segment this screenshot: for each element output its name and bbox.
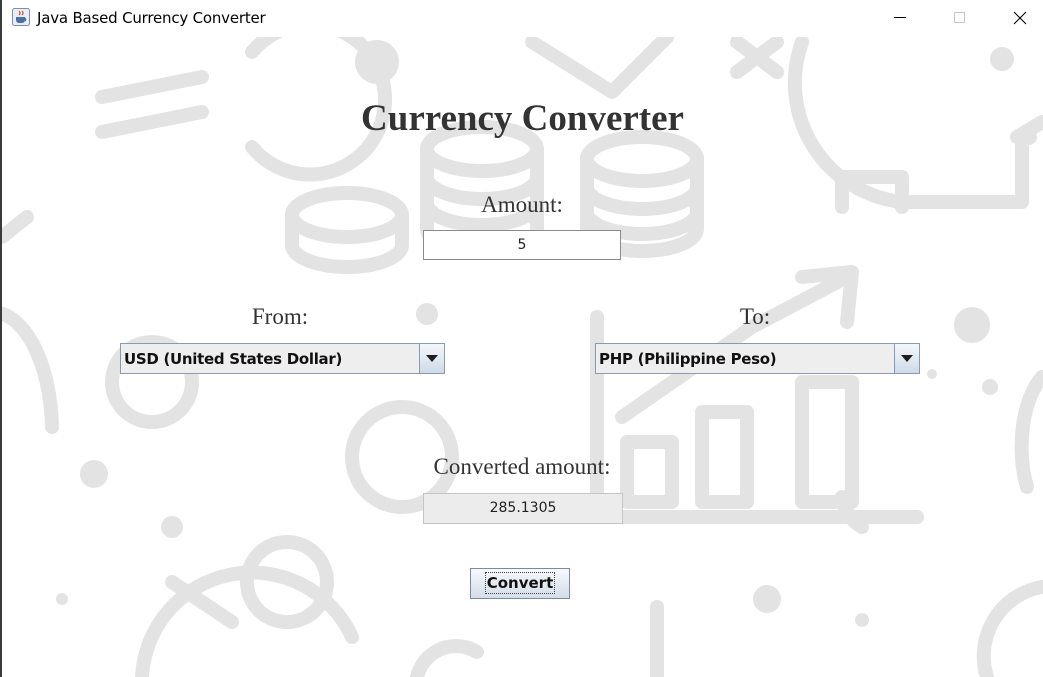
from-currency-value: USD (United States Dollar) <box>124 350 343 368</box>
convert-button-label: Convert <box>484 572 556 594</box>
maximize-button[interactable] <box>937 0 983 36</box>
converted-amount-label: Converted amount: <box>433 454 611 479</box>
from-currency-select[interactable]: USD (United States Dollar) <box>120 343 445 374</box>
amount-input[interactable] <box>423 230 621 260</box>
app-window: Java Based Currency Converter Currency C… <box>0 0 1043 677</box>
convert-button[interactable]: Convert <box>470 568 570 599</box>
title-bar[interactable]: Java Based Currency Converter <box>2 0 1043 37</box>
minimize-icon <box>894 17 906 18</box>
from-dropdown-button[interactable] <box>419 344 444 373</box>
triangle-down-icon <box>426 355 438 362</box>
to-currency-value: PHP (Philippine Peso) <box>599 350 777 368</box>
main-panel: Currency Converter Amount: From: USD (Un… <box>2 37 1043 677</box>
window-title: Java Based Currency Converter <box>37 9 266 27</box>
triangle-down-icon <box>901 355 913 362</box>
minimize-button[interactable] <box>877 0 923 36</box>
close-button[interactable] <box>997 0 1043 36</box>
amount-label: Amount: <box>481 192 563 217</box>
java-cup-icon[interactable] <box>12 8 30 26</box>
maximize-icon <box>954 12 965 23</box>
close-icon <box>1013 11 1027 25</box>
to-label: To: <box>739 304 771 329</box>
to-dropdown-button[interactable] <box>894 344 919 373</box>
page-title: Currency Converter <box>361 98 684 139</box>
to-currency-select[interactable]: PHP (Philippine Peso) <box>595 343 920 374</box>
from-label: From: <box>251 304 309 329</box>
converted-amount-field: 285.1305 <box>423 493 623 524</box>
